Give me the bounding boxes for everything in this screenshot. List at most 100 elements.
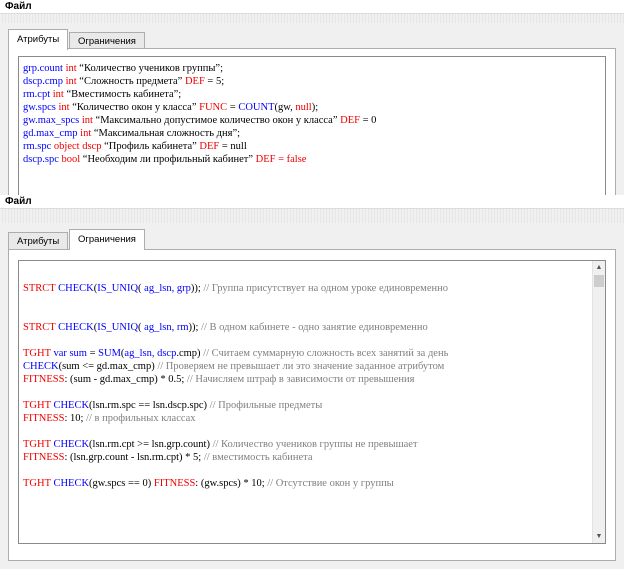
- code-line: TGHT var sum = SUM(ag_lsn, dscp.cmp) // …: [23, 347, 601, 360]
- code-line: TGHT CHECK(gw.spcs == 0) FITNESS: (gw.sp…: [23, 477, 601, 490]
- menu-bar: Файл: [0, 195, 624, 209]
- toolbar-strip: [0, 209, 624, 223]
- code-comment: // Количество учеников группы не превыша…: [209, 439, 418, 450]
- code-token: DEF: [199, 141, 220, 152]
- code-token: TGHT: [23, 439, 54, 450]
- code-token: “Максимально допустимое количество окон …: [92, 115, 341, 126]
- arrow-up-icon[interactable]: ▲: [593, 261, 605, 274]
- code-token: DEF: [255, 154, 276, 165]
- code-comment: // в профильных классах: [83, 413, 196, 424]
- tab-attributes[interactable]: Атрибуты: [8, 232, 69, 250]
- code-line: gw.max_spcs int “Максимально допустимое …: [23, 114, 601, 127]
- code-line: dscp.cmp int “Сложность предмета” DEF = …: [23, 75, 601, 88]
- code-token: FITNESS: [23, 413, 65, 424]
- code-token: FITNESS: [23, 452, 65, 463]
- attributes-panel: grp.count int “Количество учеников групп…: [8, 48, 616, 199]
- code-line: rm.cpt int “Вместимость кабинета”;: [23, 88, 601, 101]
- tab-bar: Атрибуты Ограничения: [8, 223, 624, 250]
- code-token: IS_UNIQ: [97, 283, 139, 294]
- code-line: gd.max_cmp int “Максимальная сложность д…: [23, 127, 601, 140]
- code-comment: // вместимость кабинета: [201, 452, 313, 463]
- code-token: = null: [219, 141, 247, 152]
- code-comment: // Профильные предметы: [207, 400, 323, 411]
- code-token: int: [81, 115, 93, 126]
- code-token: (gw.spcs == 0): [89, 478, 154, 489]
- code-token: ag_lsn, dscp: [124, 348, 177, 359]
- code-token: dscp.cmp: [23, 76, 66, 87]
- code-token: (gw,: [274, 102, 296, 113]
- menu-file[interactable]: Файл: [5, 1, 32, 12]
- code-line: STRCT CHECK(IS_UNIQ( ag_lsn, rm)); // В …: [23, 321, 601, 334]
- code-token: bool: [61, 154, 81, 165]
- tab-attributes[interactable]: Атрибуты: [8, 29, 69, 50]
- code-token: int: [58, 102, 70, 113]
- code-line: FITNESS: (sum - gd.max_cmp) * 0.5; // На…: [23, 373, 601, 386]
- code-token: gd.max_cmp: [23, 128, 81, 139]
- constraints-window: Файл Атрибуты Ограничения STRCT CHECK(IS…: [0, 195, 624, 569]
- code-token: ag_lsn, rm: [144, 322, 189, 333]
- code-line: rm.spc object dscp “Профиль кабинета” DE…: [23, 140, 601, 153]
- tab-bar: Атрибуты Ограничения: [8, 23, 624, 50]
- code-token: DEF: [184, 76, 205, 87]
- code-token: int: [65, 76, 77, 87]
- code-token: IS_UNIQ: [97, 322, 139, 333]
- code-token: CHECK: [58, 283, 94, 294]
- code-token: gw.spcs: [23, 102, 59, 113]
- code-token: STRCT: [23, 322, 59, 333]
- code-token: int: [52, 89, 64, 100]
- scrollbar-thumb[interactable]: [594, 275, 604, 287]
- code-token: FITNESS: [23, 374, 65, 385]
- code-token: TGHT: [23, 400, 54, 411]
- code-token: ag_lsn, grp: [144, 283, 191, 294]
- code-token: null: [295, 102, 312, 113]
- code-token: SUM: [98, 348, 121, 359]
- code-token: TGHT: [23, 348, 54, 359]
- code-token: CHECK: [53, 400, 90, 411]
- code-line: TGHT CHECK(lsn.rm.spc == lsn.dscp.spc) /…: [23, 399, 601, 412]
- menu-file[interactable]: Файл: [5, 196, 32, 207]
- attributes-editor[interactable]: grp.count int “Количество учеников групп…: [18, 56, 606, 199]
- arrow-down-icon[interactable]: ▼: [593, 530, 605, 543]
- code-token: : (sum - gd.max_cmp) * 0.5;: [64, 374, 185, 385]
- code-token: CHECK: [58, 322, 94, 333]
- code-token: rm.spc: [23, 141, 54, 152]
- code-token: ));: [188, 322, 199, 333]
- code-token: int: [80, 128, 92, 139]
- code-token: DEF: [340, 115, 360, 126]
- code-token: gw.max_spcs: [23, 115, 82, 126]
- vertical-scrollbar[interactable]: ▲ ▼: [592, 261, 605, 543]
- code-comment: // Начисляем штраф в зависимости от прев…: [184, 374, 415, 385]
- constraints-editor[interactable]: STRCT CHECK(IS_UNIQ( ag_lsn, grp)); // Г…: [18, 260, 606, 544]
- code-token: object dscp: [53, 141, 102, 152]
- constraints-panel: STRCT CHECK(IS_UNIQ( ag_lsn, grp)); // Г…: [8, 249, 616, 561]
- tab-constraints[interactable]: Ограничения: [69, 229, 145, 250]
- code-token: =: [227, 102, 239, 113]
- code-token: = 5;: [204, 76, 225, 87]
- code-token: (lsn.rm.spc == lsn.dscp.spc): [89, 400, 208, 411]
- code-token: .cmp): [176, 348, 201, 359]
- code-token: “Максимальная сложность дня”;: [91, 128, 241, 139]
- code-token: “Вместимость кабинета”;: [63, 89, 182, 100]
- code-token: dscp.spc: [23, 154, 62, 165]
- code-comment: // Проверяем не превышает ли это значени…: [154, 361, 445, 372]
- code-token: “Сложность предмета”: [76, 76, 185, 87]
- code-line: TGHT CHECK(lsn.rm.cpt >= lsn.grp.count) …: [23, 438, 601, 451]
- code-token: rm.cpt: [23, 89, 53, 100]
- code-line: CHECK(sum <= gd.max_cmp) // Проверяем не…: [23, 360, 601, 373]
- code-token: var sum: [53, 348, 87, 359]
- code-token: grp.count: [23, 63, 66, 74]
- code-token: CHECK: [53, 439, 90, 450]
- code-token: : (lsn.grp.count - lsn.rm.cpt) * 5;: [64, 452, 202, 463]
- code-token: =: [86, 348, 99, 359]
- code-token: CHECK: [23, 361, 59, 372]
- code-token: FITNESS: [153, 478, 196, 489]
- code-line: FITNESS: (lsn.grp.count - lsn.rm.cpt) * …: [23, 451, 601, 464]
- code-token: CHECK: [53, 478, 90, 489]
- code-token: : (gw.spcs) * 10;: [195, 478, 265, 489]
- attributes-window: Файл Атрибуты Ограничения grp.count int …: [0, 0, 624, 199]
- code-comment: // В одном кабинете - одно занятие едино…: [198, 322, 428, 333]
- code-comment: // Группа присутствует на одном уроке ед…: [200, 283, 448, 294]
